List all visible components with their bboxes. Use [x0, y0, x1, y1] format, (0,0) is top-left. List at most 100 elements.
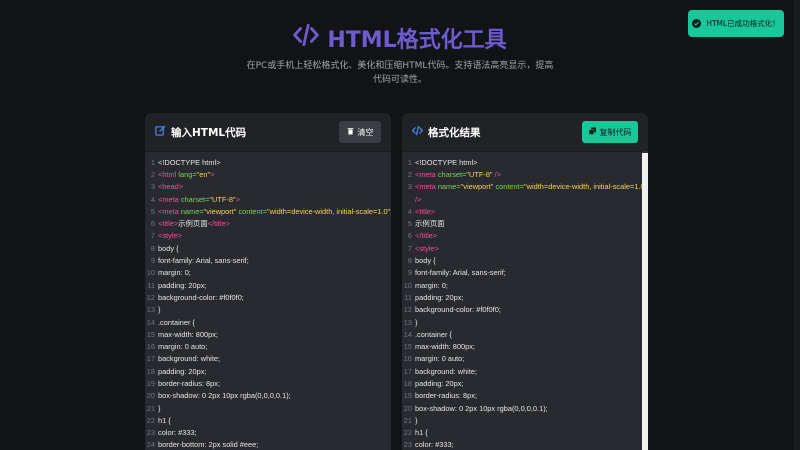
output-panel-header: 格式化结果 复制代码	[402, 113, 648, 151]
code-line: 8 body {	[145, 242, 391, 254]
page-title-text: HTML格式化工具	[327, 28, 507, 53]
line-content: border-bottom: 2px solid #eee;	[158, 440, 258, 449]
line-number: 19	[146, 378, 155, 388]
line-number: 14	[146, 317, 155, 327]
line-number: 23	[146, 428, 155, 438]
line-content: font-family: Arial, sans-serif;	[415, 268, 506, 277]
code-line: 20 box-shadow: 0 2px 10px rgba(0,0,0,0.1)…	[145, 390, 391, 402]
line-content: <style>	[415, 244, 439, 253]
code-token: margin: 0 auto;	[415, 354, 465, 364]
line-content: max-width: 800px;	[158, 330, 218, 339]
code-token: <!DOCTYPE html>	[415, 157, 478, 167]
code-token: "width=device-width, initial-scale=1.0"	[267, 206, 391, 216]
code-token: <meta	[415, 169, 438, 179]
line-content: <head>	[158, 182, 183, 191]
code-token: name=	[180, 206, 204, 216]
line-number: 23	[403, 440, 412, 450]
page-title: HTML格式化工具	[0, 22, 800, 54]
output-panel-title-text: 格式化结果	[428, 126, 481, 139]
line-content: font-family: Arial, sans-serif;	[158, 256, 249, 265]
line-number: 5	[150, 206, 155, 216]
line-number: 9	[407, 268, 412, 278]
code-token: max-width: 800px;	[415, 342, 475, 352]
output-panel-title: 格式化结果	[411, 125, 481, 140]
code-line: 14 .container {	[145, 316, 391, 328]
code-line: 10 margin: 0;	[402, 279, 648, 291]
line-content: <html lang="en">	[158, 170, 214, 179]
code-line: 1 <!DOCTYPE html>	[145, 156, 391, 168]
code-line: 3 <meta name="viewport" content="width=de…	[402, 181, 648, 193]
code-token: body {	[158, 243, 179, 253]
line-number: 7	[150, 231, 155, 241]
line-number: 12	[146, 292, 155, 302]
line-content: <meta charset="UTF-8">	[158, 195, 240, 204]
line-content: margin: 0 auto;	[415, 354, 464, 363]
toast-text: HTML已成功格式化！	[706, 19, 780, 28]
code-line: 20 box-shadow: 0 2px 10px rgba(0,0,0,0.1)…	[402, 402, 648, 414]
code-line: 17 background: white;	[145, 353, 391, 365]
code-token: </title>	[415, 231, 438, 241]
clear-button[interactable]: 清空	[339, 121, 381, 143]
code-token: charset=	[437, 169, 467, 179]
code-token: "viewport"	[460, 182, 494, 192]
code-line: />	[402, 193, 648, 205]
code-token: "UTF-8"	[209, 194, 236, 204]
code-token: <meta	[158, 206, 181, 216]
line-content: }	[415, 416, 417, 425]
code-line: 12 background-color: #f0f0f0;	[402, 304, 648, 316]
code-token: color: #333;	[158, 428, 197, 438]
code-line: 11 padding: 20px;	[402, 291, 648, 303]
code-line: 18 padding: 20px;	[145, 365, 391, 377]
code-token: .container {	[415, 329, 452, 339]
code-token: <!DOCTYPE html>	[158, 157, 221, 167]
code-line: 13}	[402, 316, 648, 328]
line-number: 22	[403, 428, 412, 438]
code-token: name=	[437, 182, 461, 192]
code-token: }	[415, 415, 418, 425]
output-scroll-thumb[interactable]	[642, 153, 648, 450]
line-number: 1	[150, 157, 155, 167]
line-content: background-color: #f0f0f0;	[415, 305, 501, 314]
output-scrollbar[interactable]	[642, 151, 648, 450]
page-subtitle: 在PC或手机上轻松格式化、美化和压缩HTML代码。支持语法高亮显示，提高代码可读…	[246, 61, 554, 85]
line-content: max-width: 800px;	[415, 342, 475, 351]
line-number: 17	[146, 354, 155, 364]
input-panel-title-text: 输入HTML代码	[171, 126, 247, 139]
line-content: <meta name="viewport" content="width=dev…	[415, 182, 647, 191]
line-content: <title>	[415, 207, 435, 216]
code-icon	[411, 125, 424, 139]
code-token: </title>	[207, 219, 230, 229]
code-line: 23 color: #333;	[145, 427, 391, 439]
code-line: 12 background-color: #f0f0f0;	[145, 291, 391, 303]
code-token: />	[415, 194, 422, 204]
code-token: border-bottom: 2px solid #eee;	[158, 440, 259, 450]
code-line: 16 margin: 0 auto;	[402, 353, 648, 365]
code-token: max-width: 800px;	[158, 329, 218, 339]
line-content: padding: 20px;	[158, 367, 207, 376]
line-number: 10	[403, 280, 412, 290]
line-number: 18	[403, 378, 412, 388]
code-token: >	[210, 169, 215, 179]
code-line: 9 font-family: Arial, sans-serif;	[402, 267, 648, 279]
line-number: 2	[150, 169, 155, 179]
line-content: margin: 0;	[158, 268, 191, 277]
code-line: 19 border-radius: 8px;	[402, 390, 648, 402]
code-line: 7 <style>	[402, 242, 648, 254]
input-panel-title: 输入HTML代码	[155, 125, 246, 140]
code-token: >	[390, 207, 391, 216]
code-token: padding: 20px;	[158, 280, 207, 290]
code-line: 6 </title>	[402, 230, 648, 242]
page-scrollbar[interactable]	[794, 0, 800, 450]
code-token: }	[158, 305, 161, 315]
copy-code-button[interactable]: 复制代码	[582, 121, 638, 143]
code-token: />	[492, 169, 501, 179]
line-number: 1	[407, 157, 412, 167]
code-token: "en"	[196, 169, 211, 179]
code-token: font-family: Arial, sans-serif;	[158, 256, 249, 266]
line-content: </title>	[415, 231, 437, 240]
line-number: 22	[146, 415, 155, 425]
input-code-editor[interactable]: 1 <!DOCTYPE html> 2 <html lang="en"> 3 <head>…	[145, 151, 391, 450]
line-content: margin: 0 auto;	[158, 342, 207, 351]
code-line: 10 margin: 0;	[145, 267, 391, 279]
line-content: h1 {	[415, 428, 428, 437]
